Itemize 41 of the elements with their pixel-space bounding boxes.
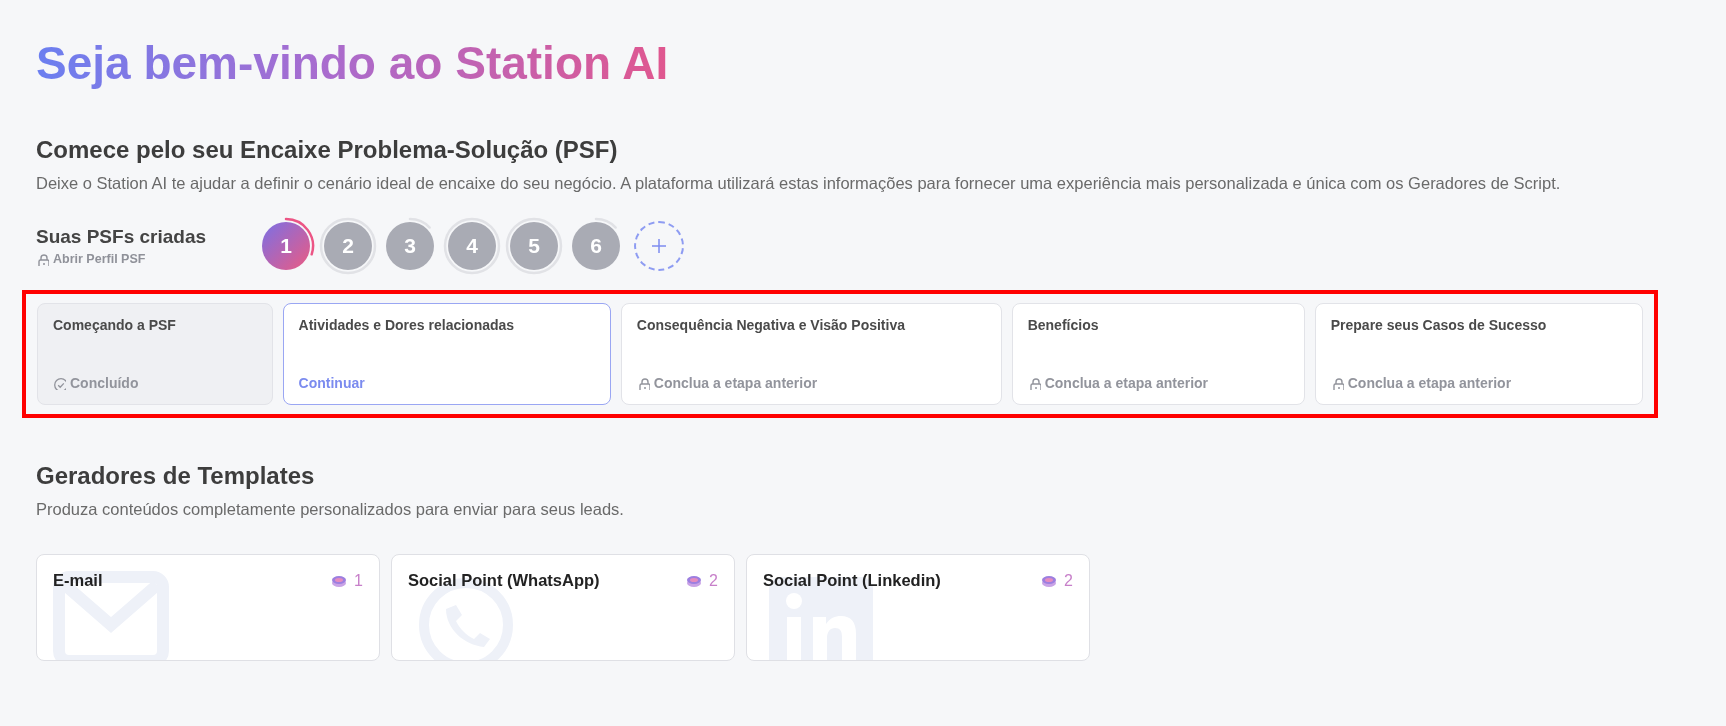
psfs-label: Suas PSFs criadas	[36, 226, 208, 248]
step-title: Benefícios	[1027, 317, 1100, 333]
template-title: Social Point (WhatsApp)	[408, 571, 600, 590]
credit-count: 2	[709, 571, 718, 590]
step-title: Prepare seus Casos de Sucesso	[1330, 317, 1548, 333]
step-status: Concluído	[53, 375, 139, 391]
step-card[interactable]: Começando a PSF Concluído	[37, 303, 273, 405]
step-title: Começando a PSF	[53, 317, 177, 333]
lock-icon	[36, 252, 49, 266]
template-title: Social Point (Linkedin)	[763, 571, 941, 590]
credit-count: 2	[1064, 571, 1073, 590]
section-heading: Comece pelo seu Encaixe Problema-Solução (PSF)	[36, 136, 619, 164]
lock-icon	[1330, 376, 1344, 390]
template-title: E-mail	[53, 571, 103, 590]
section-description: Deixe o Station AI te ajudar a definir o cenário ideal de encaixe do seu negócio. A plataforma utilizará estas informações para fornecer uma experiência mais personalizada e única com os Geradores de Script.	[36, 173, 1562, 194]
section-heading: Geradores de Templates	[36, 462, 316, 490]
credit-count: 1	[354, 571, 363, 590]
plus-icon	[651, 238, 667, 254]
progress-ring	[443, 217, 501, 275]
step-status: Conclua a etapa anterior	[1027, 375, 1209, 391]
envelope-icon	[51, 569, 171, 660]
progress-ring	[505, 217, 563, 275]
step-title: Consequência Negativa e Visão Positiva	[636, 317, 906, 333]
template-card[interactable]: Social Point (WhatsApp) 2	[391, 554, 735, 661]
step-card[interactable]: Prepare seus Casos de Sucesso Conclua a etapa anterior	[1314, 303, 1643, 405]
section-description: Produza conteúdos completamente personalizados para enviar para seus leads.	[36, 499, 625, 520]
add-button[interactable]	[634, 221, 684, 271]
template-card[interactable]: E-mail 1	[36, 554, 380, 661]
lock-icon	[636, 376, 650, 390]
step-status: Conclua a etapa anterior	[1330, 375, 1512, 391]
lock-icon	[1027, 376, 1041, 390]
progress-ring	[319, 217, 377, 275]
step-status: Conclua a etapa anterior	[636, 375, 818, 391]
step-card[interactable]: Consequência Negativa e Visão Positiva Conclua a etapa anterior	[620, 303, 1002, 405]
step-card[interactable]: Atividades e Dores relacionadas Continuar	[282, 303, 611, 405]
progress-arc	[594, 217, 617, 229]
step-card[interactable]: Benefícios Conclua a etapa anterior	[1011, 303, 1305, 405]
step-title: Atividades e Dores relacionadas	[298, 317, 516, 333]
template-card[interactable]: Social Point (Linkedin) 2	[746, 554, 1090, 661]
progress-arc	[408, 217, 431, 229]
check-icon	[53, 376, 66, 390]
